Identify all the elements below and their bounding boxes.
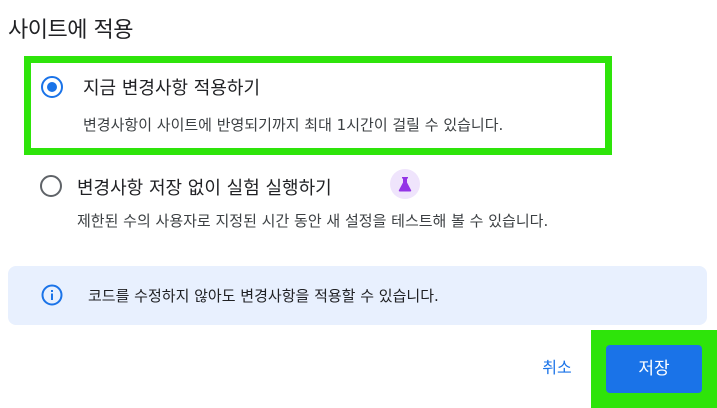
flask-icon: [390, 169, 420, 199]
radio-apply-now[interactable]: [41, 76, 63, 98]
option-apply-now[interactable]: 지금 변경사항 적용하기 변경사항이 사이트에 반영되기까지 최대 1시간이 걸…: [24, 56, 612, 155]
option-run-experiment-description: 제한된 수의 사용자로 지정된 시간 동안 새 설정을 테스트해 볼 수 있습니…: [77, 212, 549, 230]
info-banner: 코드를 수정하지 않아도 변경사항을 적용할 수 있습니다.: [8, 266, 707, 325]
radio-run-experiment[interactable]: [40, 175, 62, 197]
cancel-button[interactable]: 취소: [528, 350, 586, 386]
save-button[interactable]: 저장: [606, 345, 702, 393]
option-run-experiment[interactable]: 변경사항 저장 없이 실험 실행하기 제한된 수의 사용자로 지정된 시간 동안…: [24, 168, 612, 248]
dialog-title: 사이트에 적용: [8, 18, 133, 43]
option-apply-now-description: 변경사항이 사이트에 반영되기까지 최대 1시간이 걸릴 수 있습니다.: [83, 116, 504, 134]
info-icon: [41, 284, 63, 306]
option-apply-now-label: 지금 변경사항 적용하기: [83, 78, 261, 99]
option-run-experiment-label: 변경사항 저장 없이 실험 실행하기: [77, 178, 332, 199]
info-text: 코드를 수정하지 않아도 변경사항을 적용할 수 있습니다.: [88, 287, 439, 305]
